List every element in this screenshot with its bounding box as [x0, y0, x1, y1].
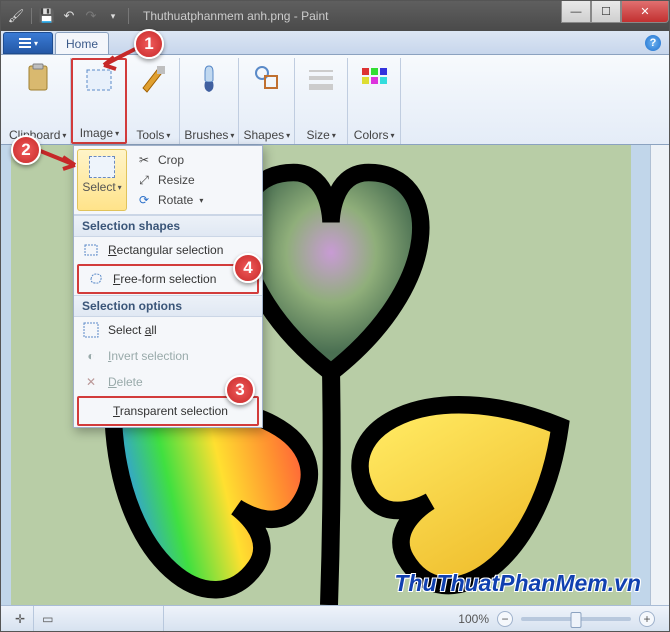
brushes-label: Brushes▾ [184, 128, 234, 142]
quick-access-toolbar: 🖌 💾 ↶ ↷ ▾ [1, 7, 137, 25]
zoom-in-button[interactable]: + [639, 611, 655, 627]
size-button[interactable] [299, 60, 343, 96]
section-selection-shapes: Selection shapes [74, 215, 262, 237]
rect-select-icon [82, 241, 100, 259]
annotation-4: 4 [233, 253, 263, 283]
rectangular-selection-item[interactable]: Rectangular selection [74, 237, 262, 263]
delete-icon: ✕ [82, 373, 100, 391]
crop-icon: ✂ [136, 152, 152, 168]
colors-button[interactable] [352, 60, 396, 96]
freeform-selection-item[interactable]: Free-form selection [77, 264, 259, 294]
selection-size: ▭ [34, 606, 164, 631]
select-icon [89, 156, 115, 178]
titlebar: 🖌 💾 ↶ ↷ ▾ Thuthuatphanmem anh.png - Pain… [1, 1, 669, 31]
help-icon[interactable]: ? [645, 35, 661, 51]
annotation-2: 2 [11, 135, 41, 165]
rotate-icon: ⟳ [136, 192, 152, 208]
clipboard-button[interactable] [16, 60, 60, 96]
size-label: Size▾ [306, 128, 335, 142]
qat-dropdown-icon[interactable]: ▾ [104, 7, 122, 25]
crosshair-icon: ✛ [15, 612, 25, 626]
image-label: Image▾ [80, 126, 119, 140]
colors-label: Colors▾ [354, 128, 395, 142]
window-buttons: — ☐ ✕ [561, 1, 669, 23]
save-icon[interactable]: 💾 [38, 7, 56, 25]
annotation-1: 1 [134, 29, 164, 59]
invert-selection-item: ◐Invert selection [74, 343, 262, 369]
ribbon-group-clipboard: Clipboard▾ [5, 58, 71, 144]
shapes-button[interactable] [245, 60, 289, 96]
select-all-item[interactable]: Select all [74, 317, 262, 343]
redo-icon[interactable]: ↷ [82, 7, 100, 25]
resize-item[interactable]: ⤢Resize [132, 170, 260, 190]
rotate-item[interactable]: ⟳Rotate ▾ [132, 190, 260, 210]
ribbon-group-colors: Colors▾ [348, 58, 401, 144]
cursor-pos: ✛ [7, 606, 34, 631]
undo-icon[interactable]: ↶ [60, 7, 78, 25]
select-label: Select [82, 180, 115, 194]
shapes-label: Shapes▾ [243, 128, 290, 142]
close-button[interactable]: ✕ [621, 1, 669, 23]
ribbon-group-brushes: Brushes▾ [180, 58, 239, 144]
zoom-label: 100% [458, 612, 489, 626]
ribbon-group-size: Size▾ [295, 58, 348, 144]
zoom-slider[interactable] [521, 617, 631, 621]
watermark: ThuThuatPhanMem.vn [394, 570, 641, 597]
ribbon-group-shapes: Shapes▾ [239, 58, 295, 144]
annotation-3: 3 [225, 375, 255, 405]
crop-item[interactable]: ✂Crop [132, 150, 260, 170]
select-button[interactable]: Select▾ [77, 149, 127, 211]
invert-icon: ◐ [82, 347, 100, 365]
minimize-button[interactable]: — [561, 1, 591, 23]
app-icon: 🖌 [7, 7, 25, 25]
transparent-icon [87, 402, 105, 420]
section-selection-options: Selection options [74, 295, 262, 317]
freeform-icon [87, 270, 105, 288]
brushes-button[interactable] [187, 60, 231, 96]
select-all-icon [82, 321, 100, 339]
window-title: Thuthuatphanmem anh.png - Paint [143, 9, 328, 23]
maximize-button[interactable]: ☐ [591, 1, 621, 23]
selection-size-icon: ▭ [42, 612, 53, 626]
statusbar: ✛ ▭ 100% − + [1, 605, 669, 631]
resize-icon: ⤢ [136, 172, 152, 188]
tools-label: Tools▾ [136, 128, 170, 142]
zoom-out-button[interactable]: − [497, 611, 513, 627]
file-menu-button[interactable]: ▾ [3, 32, 53, 54]
